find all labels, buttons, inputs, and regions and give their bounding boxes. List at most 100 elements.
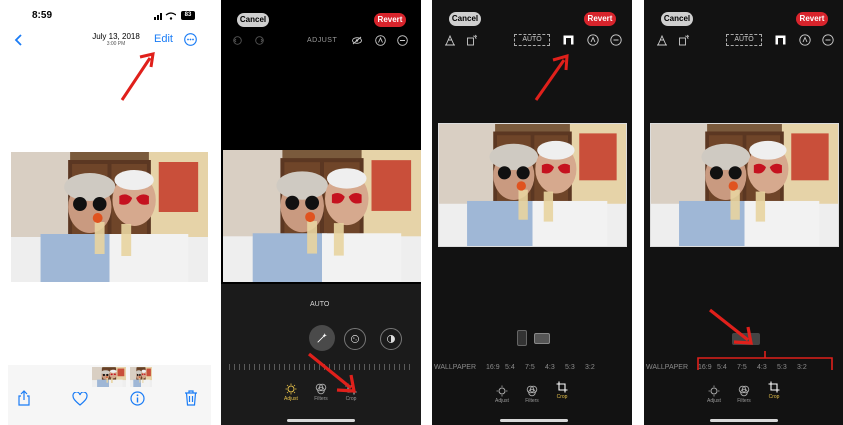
filters-icon bbox=[315, 383, 327, 395]
ratio-wallpaper[interactable]: WALLPAPER bbox=[434, 364, 476, 371]
ratio-4-3[interactable]: 4:3 bbox=[757, 364, 767, 371]
tool-adjust[interactable]: Adjust bbox=[703, 385, 725, 404]
photo-time: 3:00 PM bbox=[106, 41, 126, 47]
straighten-icon[interactable] bbox=[444, 34, 456, 46]
tool-crop[interactable]: Crop bbox=[551, 381, 573, 400]
adjust-view-panel: Cancel Revert ADJUST AUTO Adjust Filters… bbox=[221, 0, 421, 425]
tool-crop-label: Crop bbox=[556, 394, 568, 400]
photos-view-panel: 8:59 83 July 13, 2018 3:00 PM Edit bbox=[8, 0, 211, 425]
crop-view-panel: Cancel Revert AUTO WALLPAPER 16:9 5:4 7:… bbox=[432, 0, 632, 425]
more-options-icon[interactable] bbox=[822, 34, 834, 46]
tool-filters[interactable]: Filters bbox=[310, 383, 332, 402]
orientation-toggle[interactable] bbox=[732, 333, 760, 345]
ratio-5-3[interactable]: 5:3 bbox=[777, 364, 787, 371]
tool-filters-label: Filters bbox=[314, 396, 328, 402]
aspect-ratio-icon[interactable] bbox=[775, 35, 786, 45]
back-chevron-icon[interactable] bbox=[14, 34, 23, 46]
tool-filters-label: Filters bbox=[737, 398, 751, 404]
portrait-orientation-button[interactable] bbox=[517, 330, 527, 346]
tool-adjust[interactable]: Adjust bbox=[491, 385, 513, 404]
crop-photo[interactable] bbox=[650, 123, 839, 247]
main-photo bbox=[11, 152, 208, 282]
ratio-16-9[interactable]: 16:9 bbox=[486, 364, 500, 371]
tool-crop[interactable]: Crop bbox=[340, 383, 362, 402]
adjust-dial-icon bbox=[285, 383, 297, 395]
hide-eye-icon[interactable] bbox=[352, 36, 362, 45]
ratio-5-4[interactable]: 5:4 bbox=[505, 364, 515, 371]
revert-button[interactable]: Revert bbox=[374, 13, 406, 27]
ratio-3-2[interactable]: 3:2 bbox=[797, 364, 807, 371]
landscape-orientation-button[interactable] bbox=[534, 333, 550, 344]
auto-label: AUTO bbox=[310, 301, 330, 308]
tool-crop-label: Crop bbox=[345, 396, 357, 402]
adjust-dial-icon bbox=[496, 385, 508, 397]
home-indicator bbox=[287, 419, 355, 422]
cancel-button[interactable]: Cancel bbox=[237, 13, 269, 27]
auto-crop-button[interactable]: AUTO bbox=[726, 34, 762, 46]
crop-icon bbox=[345, 383, 357, 395]
cancel-button[interactable]: Cancel bbox=[449, 12, 481, 26]
ratio-5-3[interactable]: 5:3 bbox=[565, 364, 575, 371]
photo-date: July 13, 2018 bbox=[92, 32, 140, 41]
ratio-4-3[interactable]: 4:3 bbox=[545, 364, 555, 371]
ratio-7-5[interactable]: 7:5 bbox=[737, 364, 747, 371]
undo-icon[interactable] bbox=[233, 36, 242, 45]
tool-adjust-label: Adjust bbox=[495, 398, 509, 404]
adjust-dial-icon bbox=[708, 385, 720, 397]
ratio-5-4[interactable]: 5:4 bbox=[717, 364, 727, 371]
auto-enhance-wand-icon[interactable] bbox=[309, 325, 335, 351]
filters-icon bbox=[738, 385, 750, 397]
battery-indicator: 83 bbox=[181, 11, 195, 20]
ratio-3-2[interactable]: 3:2 bbox=[585, 364, 595, 371]
tool-filters[interactable]: Filters bbox=[521, 385, 543, 404]
favorite-heart-icon[interactable] bbox=[72, 392, 88, 406]
ratio-7-5[interactable]: 7:5 bbox=[525, 364, 535, 371]
tool-crop-label: Crop bbox=[768, 394, 780, 400]
trash-icon[interactable] bbox=[184, 390, 198, 406]
revert-button[interactable]: Revert bbox=[796, 12, 828, 26]
exposure-icon[interactable] bbox=[344, 328, 366, 350]
brilliance-icon[interactable] bbox=[380, 328, 402, 350]
tool-filters-label: Filters bbox=[525, 398, 539, 404]
redo-icon[interactable] bbox=[255, 36, 264, 45]
crop-photo[interactable] bbox=[438, 123, 627, 247]
ratio-16-9[interactable]: 16:9 bbox=[698, 364, 712, 371]
more-options-icon[interactable] bbox=[184, 33, 197, 46]
markup-pen-icon[interactable] bbox=[375, 35, 386, 46]
status-time: 8:59 bbox=[32, 10, 53, 21]
ratio-wallpaper[interactable]: WALLPAPER bbox=[646, 364, 688, 371]
signal-wifi-icon bbox=[154, 12, 176, 20]
annotation-arrow-edit bbox=[120, 52, 155, 101]
crop-icon bbox=[556, 381, 568, 393]
auto-crop-button[interactable]: AUTO bbox=[514, 34, 550, 46]
tool-adjust-label: Adjust bbox=[284, 396, 298, 402]
rotate-icon[interactable] bbox=[466, 34, 478, 46]
markup-pen-icon[interactable] bbox=[587, 34, 599, 46]
tool-adjust-label: Adjust bbox=[707, 398, 721, 404]
edit-button[interactable]: Edit bbox=[154, 33, 173, 45]
annotation-arrow-aspect-ratio bbox=[534, 53, 569, 101]
cancel-button[interactable]: Cancel bbox=[661, 12, 693, 26]
edit-photo bbox=[223, 150, 421, 282]
mode-title: ADJUST bbox=[307, 37, 338, 44]
crop-icon bbox=[768, 381, 780, 393]
info-icon[interactable] bbox=[130, 391, 145, 406]
thumbnail-selected[interactable] bbox=[92, 367, 126, 387]
filters-icon bbox=[526, 385, 538, 397]
aspect-ratio-icon[interactable] bbox=[563, 35, 574, 45]
thumbnail-next[interactable] bbox=[130, 367, 152, 387]
revert-button[interactable]: Revert bbox=[584, 12, 616, 26]
crop-ratio-panel: Cancel Revert AUTO WALLPAPER 16:9 5:4 7:… bbox=[644, 0, 843, 425]
home-indicator bbox=[500, 419, 568, 422]
rotate-icon[interactable] bbox=[678, 34, 690, 46]
tool-adjust[interactable]: Adjust bbox=[280, 383, 302, 402]
tool-crop[interactable]: Crop bbox=[763, 381, 785, 400]
more-options-icon[interactable] bbox=[610, 34, 622, 46]
share-icon[interactable] bbox=[17, 390, 31, 406]
adjust-slider-ticks[interactable] bbox=[229, 364, 413, 370]
more-options-icon[interactable] bbox=[397, 35, 408, 46]
straighten-icon[interactable] bbox=[656, 34, 668, 46]
markup-pen-icon[interactable] bbox=[799, 34, 811, 46]
tool-filters[interactable]: Filters bbox=[733, 385, 755, 404]
home-indicator bbox=[710, 419, 778, 422]
